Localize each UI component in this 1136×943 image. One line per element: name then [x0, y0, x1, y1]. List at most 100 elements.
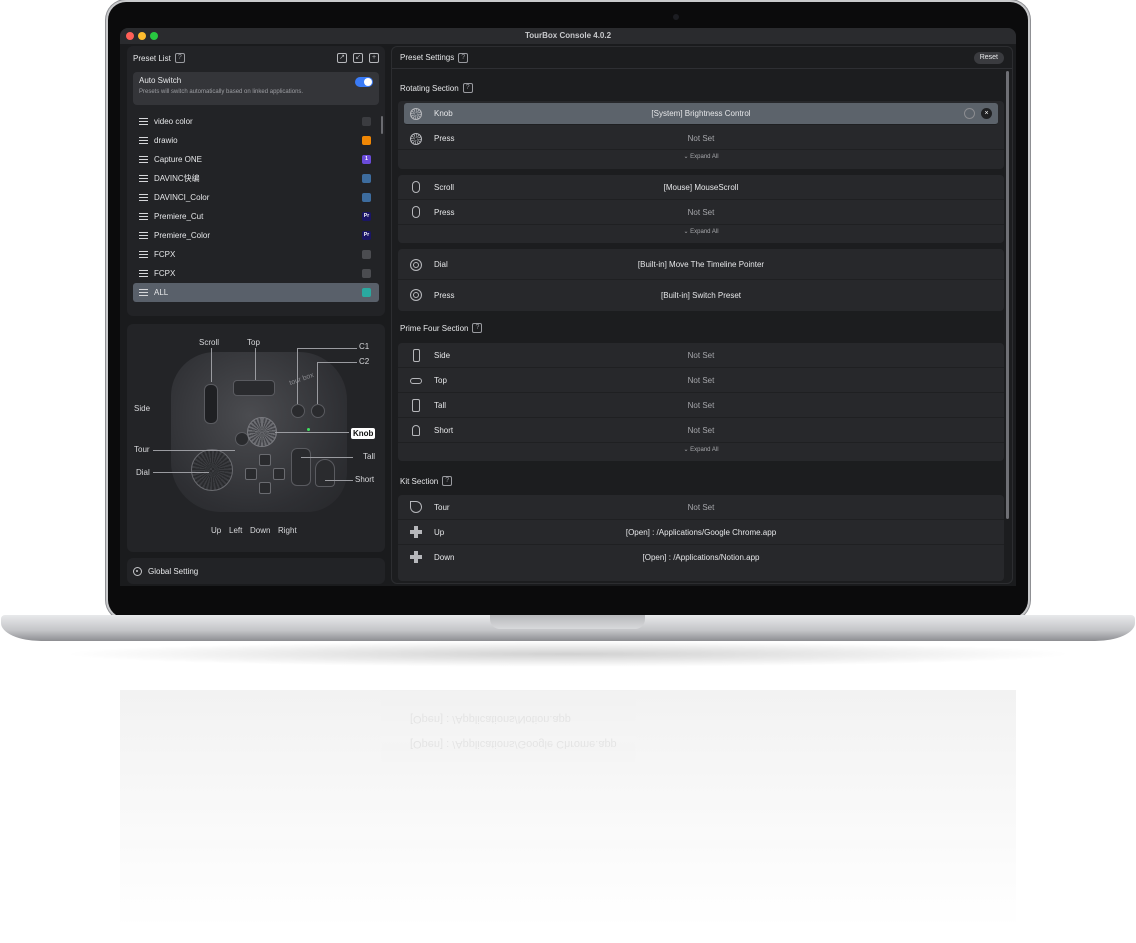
reflection-text: [Open] : /Applications/Google Chrome.app [410, 738, 617, 750]
device-dial[interactable] [191, 449, 233, 491]
kit-group: Tour Not Set Up [Open] : /Applications/G… [398, 495, 1004, 581]
label-right: Right [278, 526, 297, 535]
preset-list-scrollbar[interactable] [381, 116, 383, 134]
dial-press-row[interactable]: Press [Built-in] Switch Preset [398, 280, 1004, 311]
rotating-section-title: Rotating Section ? [400, 83, 473, 93]
title-bar: TourBox Console 4.0.2 [120, 28, 1016, 44]
drag-handle-icon[interactable] [139, 118, 148, 125]
help-icon[interactable]: ? [458, 52, 469, 63]
row-value: Not Set [687, 400, 715, 410]
label-down: Down [250, 526, 271, 535]
row-value: [System] Brightness Control [651, 109, 751, 118]
clear-icon[interactable]: × [981, 108, 992, 119]
short-row[interactable]: Short Not Set [398, 418, 1004, 443]
expand-all-label: Expand All [690, 447, 719, 453]
knob-press-row[interactable]: Press Not Set [398, 127, 1004, 150]
preset-item[interactable]: ALL [133, 283, 379, 302]
prime-four-section-title: Prime Four Section ? [400, 323, 483, 333]
c2-leader-vertical [317, 362, 318, 404]
top-leader-line [255, 348, 256, 380]
expand-all-button[interactable]: ⌄ Expand All [398, 225, 1004, 239]
camera [673, 14, 679, 20]
preset-item[interactable]: DAVINC快编 [133, 169, 379, 188]
drag-handle-icon[interactable] [139, 213, 148, 220]
device-down-button[interactable] [259, 482, 271, 494]
drag-handle-icon[interactable] [139, 194, 148, 201]
tall-leader-line [301, 457, 353, 458]
device-left-button[interactable] [245, 468, 257, 480]
row-value: Not Set [687, 425, 715, 435]
preset-list-header: Preset List ? ↗ ↙ + [127, 46, 385, 70]
preset-item[interactable]: drawio [133, 131, 379, 150]
scroll-press-row[interactable]: Press Not Set [398, 200, 1004, 225]
preset-item[interactable]: Capture ONE 1 [133, 150, 379, 169]
preset-item[interactable]: Premiere_Color Pr [133, 226, 379, 245]
help-icon[interactable]: ? [462, 83, 473, 93]
device-short-button[interactable] [315, 459, 335, 487]
device-scroll-wheel[interactable] [204, 384, 218, 424]
side-row[interactable]: Side Not Set [398, 343, 1004, 368]
app-icon [362, 117, 371, 126]
app-icon [362, 136, 371, 145]
section-title-text: Prime Four Section [400, 323, 469, 333]
dial-row[interactable]: Dial [Built-in] Move The Timeline Pointe… [398, 249, 1004, 280]
add-preset-icon[interactable]: + [369, 53, 379, 63]
drag-handle-icon[interactable] [139, 175, 148, 182]
scroll-row[interactable]: Scroll [Mouse] MouseScroll [398, 175, 1004, 200]
scroll-leader-line [211, 348, 212, 382]
expand-all-button[interactable]: ⌄ Expand All [398, 443, 1004, 457]
device-knob[interactable] [247, 417, 277, 447]
drag-handle-icon[interactable] [139, 232, 148, 239]
reset-button[interactable]: Reset [973, 52, 1004, 64]
row-value: [Open] : /Applications/Google Chrome.app [625, 527, 777, 537]
drag-handle-icon[interactable] [139, 156, 148, 163]
preset-item[interactable]: FCPX [133, 245, 379, 264]
import-preset-icon[interactable]: ↙ [353, 53, 363, 63]
app-icon [362, 288, 371, 297]
app-icon [362, 193, 371, 202]
label-up: Up [211, 526, 222, 535]
kit-section-title: Kit Section ? [400, 476, 453, 486]
down-row[interactable]: Down [Open] : /Applications/Notion.app [398, 545, 1004, 570]
c1-leader-line [297, 348, 357, 349]
tall-row[interactable]: Tall Not Set [398, 393, 1004, 418]
drag-handle-icon[interactable] [139, 137, 148, 144]
expand-all-button[interactable]: ⌄ Expand All [398, 150, 1004, 164]
tour-leader-line [153, 450, 235, 451]
drag-handle-icon[interactable] [139, 251, 148, 258]
device-c2-button[interactable] [311, 404, 325, 418]
label-tour: Tour [134, 445, 150, 454]
device-c1-button[interactable] [291, 404, 305, 418]
device-up-button[interactable] [259, 454, 271, 466]
help-icon[interactable]: ? [174, 53, 185, 63]
drag-handle-icon[interactable] [139, 289, 148, 296]
device-tall-button[interactable] [291, 448, 311, 486]
up-row[interactable]: Up [Open] : /Applications/Google Chrome.… [398, 520, 1004, 545]
settings-scrollbar[interactable] [1006, 71, 1009, 519]
device-right-button[interactable] [273, 468, 285, 480]
drag-handle-icon[interactable] [139, 270, 148, 277]
dial-leader-line [153, 472, 209, 473]
device-dpad [245, 454, 285, 494]
export-preset-icon[interactable]: ↗ [337, 53, 347, 63]
laptop-notch [490, 615, 645, 629]
auto-switch-toggle[interactable] [355, 77, 373, 87]
help-icon[interactable]: ? [442, 476, 453, 486]
row-value: [Mouse] MouseScroll [663, 182, 739, 192]
top-row[interactable]: Top Not Set [398, 368, 1004, 393]
tour-row[interactable]: Tour Not Set [398, 495, 1004, 520]
preset-item[interactable]: FCPX [133, 264, 379, 283]
record-icon[interactable] [964, 108, 975, 119]
global-setting-button[interactable]: Global Setting [127, 558, 385, 584]
row-value: Not Set [687, 207, 715, 217]
preset-item[interactable]: Premiere_Cut Pr [133, 207, 379, 226]
help-icon[interactable]: ? [472, 323, 483, 333]
device-top-button[interactable] [233, 380, 275, 396]
preset-item[interactable]: video color [133, 112, 379, 131]
preset-item[interactable]: DAVINCI_Color [133, 188, 379, 207]
knob-row[interactable]: Knob [System] Brightness Control × [404, 103, 998, 125]
c1-leader-vertical [297, 348, 298, 404]
c2-leader-line [317, 362, 357, 363]
label-c1: C1 [359, 342, 370, 351]
knob-group: Knob [System] Brightness Control × Press… [398, 101, 1004, 169]
